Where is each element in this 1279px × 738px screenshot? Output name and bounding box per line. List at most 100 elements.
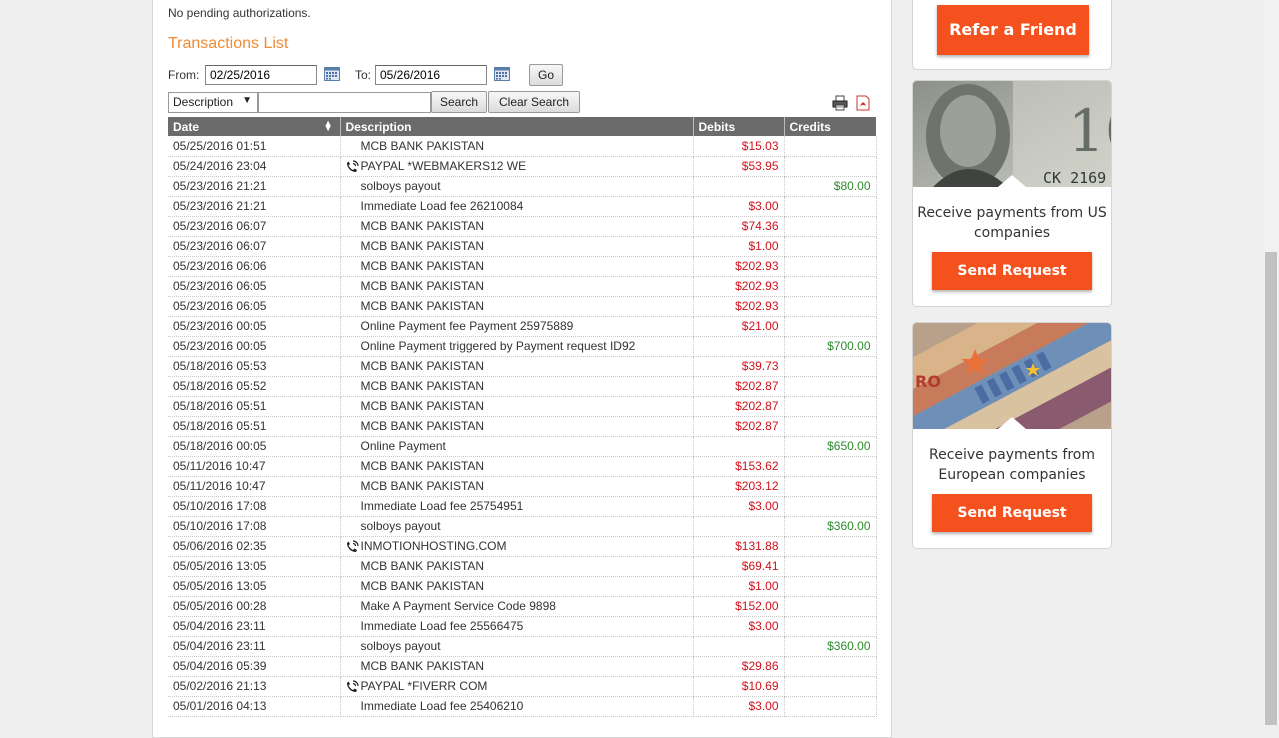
cell-debit [693, 176, 785, 197]
cell-date: 05/18/2016 05:51 [168, 396, 341, 417]
cell-description: Immediate Load fee 25566475 [340, 616, 694, 637]
pdf-icon[interactable] [855, 95, 871, 111]
table-row[interactable]: 05/18/2016 05:52 MCB BANK PAKISTAN $202.87 [168, 376, 877, 397]
cell-date: 05/04/2016 23:11 [168, 616, 341, 637]
table-row[interactable]: 05/23/2016 06:07 MCB BANK PAKISTAN $74.36 [168, 216, 877, 237]
table-row[interactable]: 05/18/2016 05:51 MCB BANK PAKISTAN $202.87 [168, 396, 877, 417]
page-scrollbar[interactable] [1263, 0, 1279, 725]
cell-date: 05/10/2016 17:08 [168, 516, 341, 537]
cell-debit: $153.62 [693, 456, 785, 477]
table-row[interactable]: 05/01/2016 04:13 Immediate Load fee 25406… [168, 696, 877, 717]
svg-text:10: 10 [1068, 97, 1111, 165]
column-header-description[interactable]: Description [340, 117, 694, 136]
description-text: MCB BANK PAKISTAN [360, 359, 485, 373]
table-row[interactable]: 05/24/2016 23:04 PAYPAL *WEBMAKERS12 WE $5… [168, 156, 877, 177]
send-request-us-button[interactable]: Send Request [932, 252, 1092, 290]
cell-credit [784, 596, 877, 617]
description-text: Online Payment [360, 439, 446, 453]
go-button[interactable]: Go [529, 64, 563, 86]
description-text: Immediate Load fee 25754951 [360, 499, 524, 513]
table-row[interactable]: 05/18/2016 05:53 MCB BANK PAKISTAN $39.73 [168, 356, 877, 377]
us-card-text: Receive payments from US companies [917, 205, 1107, 241]
table-row[interactable]: 05/23/2016 21:21 Immediate Load fee 26210… [168, 196, 877, 217]
cell-description: MCB BANK PAKISTAN [340, 416, 694, 437]
table-header: Date ▲ ▼ Description Debits Credits [168, 117, 876, 136]
cell-description: solboys payout [340, 636, 694, 657]
table-row[interactable]: 05/23/2016 00:05 Online Payment triggered… [168, 336, 877, 357]
description-text: Immediate Load fee 26210084 [360, 199, 524, 213]
table-row[interactable]: 05/04/2016 23:11 solboys payout $360.00 [168, 636, 877, 657]
cell-debit: $39.73 [693, 356, 785, 377]
table-row[interactable]: 05/04/2016 05:39 MCB BANK PAKISTAN $29.86 [168, 656, 877, 677]
search-field-selected: Description [173, 95, 234, 109]
calendar-icon[interactable] [494, 67, 510, 81]
table-row[interactable]: 05/25/2016 01:51 MCB BANK PAKISTAN $15.03 [168, 136, 877, 157]
table-row[interactable]: 05/11/2016 10:47 MCB BANK PAKISTAN $203.12 [168, 476, 877, 497]
table-row[interactable]: 05/06/2016 02:35 INMOTIONHOSTING.COM $131.… [168, 536, 877, 557]
table-row[interactable]: 05/18/2016 00:05 Online Payment $650.00 [168, 436, 877, 457]
table-row[interactable]: 05/05/2016 13:05 MCB BANK PAKISTAN $69.41 [168, 556, 877, 577]
table-row[interactable]: 05/04/2016 23:11 Immediate Load fee 25566… [168, 616, 877, 637]
section-title: Transactions List [168, 35, 289, 52]
cell-debit: $1.00 [693, 236, 785, 257]
table-row[interactable]: 05/23/2016 06:07 MCB BANK PAKISTAN $1.00 [168, 236, 877, 257]
column-header-credits[interactable]: Credits [784, 117, 876, 136]
cell-debit: $69.41 [693, 556, 785, 577]
cell-date: 05/23/2016 06:05 [168, 276, 341, 297]
to-date-input[interactable] [375, 65, 487, 85]
transactions-body: 05/25/2016 01:51 MCB BANK PAKISTAN $15.03 0… [168, 136, 877, 717]
column-header-date[interactable]: Date ▲ ▼ [168, 117, 341, 136]
table-row[interactable]: 05/10/2016 17:08 Immediate Load fee 25754… [168, 496, 877, 517]
cell-description: PAYPAL *WEBMAKERS12 WE [340, 156, 694, 177]
search-field-select[interactable]: Description ▼ [168, 92, 258, 113]
description-text: MCB BANK PAKISTAN [360, 239, 485, 253]
table-row[interactable]: 05/23/2016 06:06 MCB BANK PAKISTAN $202.93 [168, 256, 877, 277]
cell-debit: $15.03 [693, 136, 785, 157]
cell-credit [784, 356, 877, 377]
description-text: solboys payout [360, 179, 441, 193]
pending-authorizations-text: No pending authorizations. [168, 6, 311, 20]
cell-description: MCB BANK PAKISTAN [340, 256, 694, 277]
search-input[interactable] [258, 92, 431, 113]
scrollbar-thumb[interactable] [1265, 252, 1277, 725]
description-text: Immediate Load fee 25406210 [360, 699, 524, 713]
description-text: Online Payment triggered by Payment requ… [360, 339, 636, 353]
description-text: Online Payment fee Payment 25975889 [360, 319, 574, 333]
description-text: MCB BANK PAKISTAN [360, 419, 485, 433]
table-row[interactable]: 05/23/2016 06:05 MCB BANK PAKISTAN $202.93 [168, 276, 877, 297]
clear-search-button[interactable]: Clear Search [488, 91, 580, 113]
cell-debit: $202.93 [693, 276, 785, 297]
column-header-debits[interactable]: Debits [693, 117, 785, 136]
sort-icon[interactable]: ▲ ▼ [324, 119, 333, 133]
table-row[interactable]: 05/11/2016 10:47 MCB BANK PAKISTAN $153.62 [168, 456, 877, 477]
description-text: PAYPAL *FIVERR COM [360, 679, 488, 693]
cell-date: 05/18/2016 05:52 [168, 376, 341, 397]
cell-credit [784, 296, 877, 317]
send-request-eu-button[interactable]: Send Request [932, 494, 1092, 532]
cell-description: MCB BANK PAKISTAN [340, 276, 694, 297]
refer-a-friend-button[interactable]: Refer a Friend [937, 5, 1089, 55]
table-row[interactable]: 05/05/2016 00:28 Make A Payment Service C… [168, 596, 877, 617]
table-row[interactable]: 05/23/2016 06:05 MCB BANK PAKISTAN $202.93 [168, 296, 877, 317]
cell-date: 05/02/2016 21:13 [168, 676, 341, 697]
table-row[interactable]: 05/02/2016 21:13 PAYPAL *FIVERR COM $10.69 [168, 676, 877, 697]
description-text: MCB BANK PAKISTAN [360, 559, 485, 573]
description-text: INMOTIONHOSTING.COM [360, 539, 507, 553]
table-row[interactable]: 05/10/2016 17:08 solboys payout $360.00 [168, 516, 877, 537]
print-icon[interactable] [832, 95, 848, 111]
calendar-icon[interactable] [324, 67, 340, 81]
cell-credit [784, 196, 877, 217]
to-label: To: [355, 68, 372, 82]
cell-date: 05/23/2016 06:07 [168, 216, 341, 237]
banknote-text: RO [915, 372, 941, 391]
table-row[interactable]: 05/23/2016 00:05 Online Payment fee Payme… [168, 316, 877, 337]
cell-debit: $1.00 [693, 576, 785, 597]
phone-icon [346, 159, 359, 172]
table-row[interactable]: 05/23/2016 21:21 solboys payout $80.00 [168, 176, 877, 197]
from-date-input[interactable] [205, 65, 317, 85]
table-row[interactable]: 05/05/2016 13:05 MCB BANK PAKISTAN $1.00 [168, 576, 877, 597]
search-button[interactable]: Search [431, 91, 487, 113]
cell-debit [693, 336, 785, 357]
cell-date: 05/23/2016 21:21 [168, 176, 341, 197]
table-row[interactable]: 05/18/2016 05:51 MCB BANK PAKISTAN $202.87 [168, 416, 877, 437]
